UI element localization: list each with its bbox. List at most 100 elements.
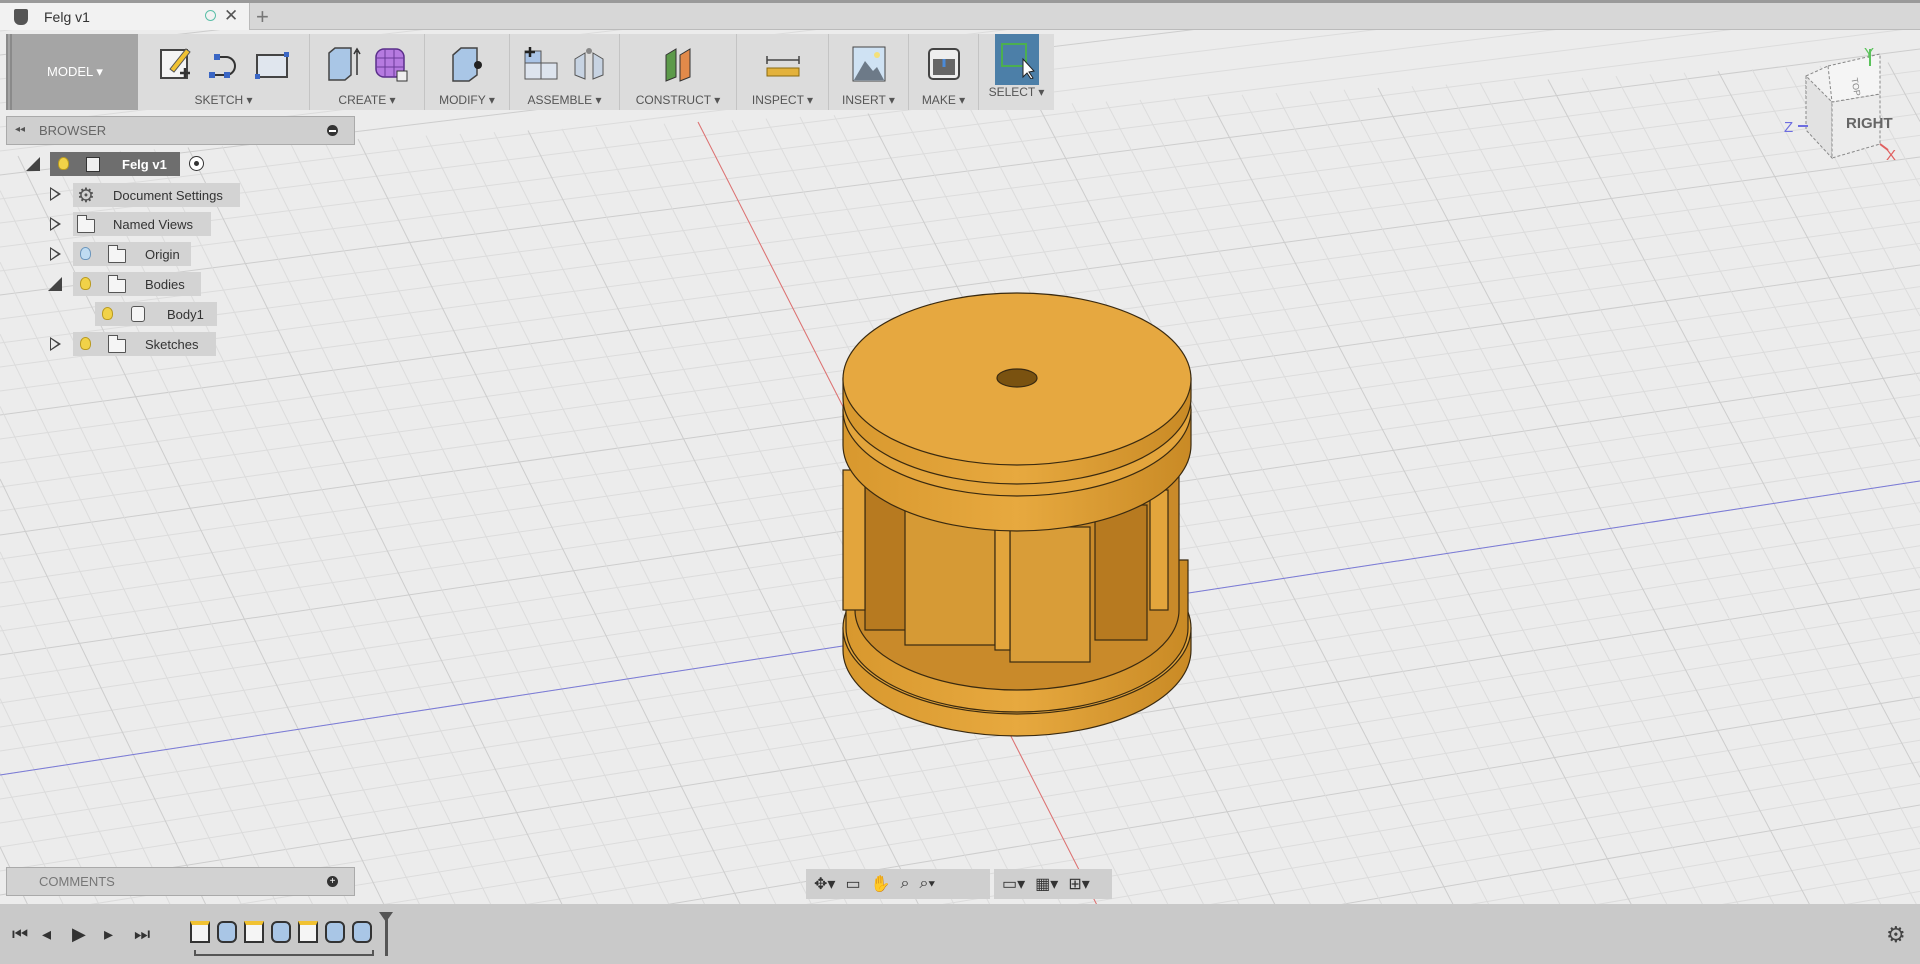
visibility-bulb-icon[interactable] [80,277,91,290]
timeline-marker[interactable] [379,912,393,956]
insert-label: INSERT ▾ [842,93,895,107]
tree-item-body1[interactable]: Body1 [95,302,217,326]
display-settings-icon[interactable]: ▭▾ [1002,874,1025,894]
tab-felg-v1[interactable]: Felg v1 ✕ [0,3,250,30]
select-icon[interactable] [999,41,1035,79]
timeline-feature-revolve-icon[interactable] [217,921,237,943]
comments-panel[interactable]: COMMENTS + [6,867,355,896]
insert-menu[interactable]: INSERT ▾ [829,34,909,110]
component-icon [86,157,100,172]
insert-image-icon[interactable] [851,45,887,83]
unsaved-indicator-icon [205,10,216,21]
tree-item-label: Named Views [113,216,193,232]
play-button[interactable]: ▶ [72,924,86,945]
tree-item-sketches[interactable]: Sketches [73,332,216,356]
form-icon[interactable] [373,45,409,83]
close-tab-button[interactable]: ✕ [224,6,238,26]
new-component-icon[interactable] [523,45,559,83]
timeline-feature-revolve-icon[interactable] [325,921,345,943]
new-tab-button[interactable]: + [256,4,269,30]
display-toolbar: ▭▾ ▦▾ ⊞▾ [994,869,1112,899]
select-label: SELECT ▾ [988,85,1045,99]
tree-item-felg-v1[interactable]: Felg v1 [50,152,180,176]
tree-item-document-settings[interactable]: ⚙ Document Settings [73,183,240,207]
modify-menu[interactable]: MODIFY ▾ [425,34,510,110]
construct-menu[interactable]: CONSTRUCT ▾ [620,34,737,110]
folder-icon [107,245,126,263]
construct-label: CONSTRUCT ▾ [635,93,721,107]
assemble-menu[interactable]: ASSEMBLE ▾ [510,34,620,110]
axis-z-label: Z [1784,119,1793,136]
next-frame-button[interactable]: ▸ [104,924,113,945]
body-icon [131,306,145,322]
viewports-icon[interactable]: ⊞▾ [1068,874,1089,894]
collapsed-triangle-icon[interactable] [50,247,61,261]
expanded-triangle-icon[interactable] [26,157,40,171]
collapse-browser-button[interactable]: ◂◂ [15,124,25,135]
tree-item-label: Bodies [145,276,185,292]
visibility-bulb-icon[interactable] [80,247,91,260]
timeline-track [194,950,374,956]
extrude-icon[interactable] [325,45,361,83]
3d-print-icon[interactable] [926,45,962,83]
first-frame-button[interactable]: ⏮ [12,924,28,945]
visibility-bulb-icon[interactable] [102,307,113,320]
press-pull-icon[interactable] [449,45,485,83]
visibility-bulb-icon[interactable] [80,337,91,350]
assemble-label: ASSEMBLE ▾ [527,93,602,107]
tree-item-named-views[interactable]: Named Views [73,212,211,236]
create-label: CREATE ▾ [338,93,396,107]
document-icon [14,8,28,25]
timeline-settings-gear-icon[interactable]: ⚙ [1886,922,1906,948]
inspect-label: INSPECT ▾ [751,93,814,107]
fit-icon[interactable]: ⌕▾ [919,875,935,893]
previous-frame-button[interactable]: ◂ [42,924,51,945]
viewcube-face-right[interactable]: RIGHT [1846,115,1893,132]
joint-icon[interactable] [571,45,607,83]
pan-icon[interactable]: ✋ [871,874,891,894]
make-menu[interactable]: MAKE ▾ [909,34,979,110]
tree-item-origin[interactable]: Origin [73,242,191,266]
tree-item-label: Body1 [167,306,204,322]
timeline-feature-sketch-icon[interactable] [298,921,318,943]
offset-plane-icon[interactable] [660,45,696,83]
inspect-menu[interactable]: INSPECT ▾ [737,34,829,110]
axis-y-label: Y [1864,45,1874,62]
collapsed-triangle-icon[interactable] [50,187,61,201]
rectangle-icon[interactable] [254,45,290,83]
create-sketch-icon[interactable] [158,45,194,83]
tab-title: Felg v1 [44,8,90,25]
last-frame-button[interactable]: ⏭ [134,924,150,945]
minimize-browser-button[interactable] [327,125,338,136]
timeline-feature-extrude-icon[interactable] [271,921,291,943]
browser-panel-header[interactable]: ◂◂ BROWSER [6,116,355,145]
axis-x-label: X [1886,147,1896,164]
line-arc-icon[interactable] [206,45,242,83]
collapsed-triangle-icon[interactable] [50,337,61,351]
create-menu[interactable]: CREATE ▾ [310,34,425,110]
timeline-feature-sketch-icon[interactable] [190,921,210,943]
viewcube[interactable]: RIGHT TOP Y Z X [1770,44,1920,164]
select-menu[interactable]: SELECT ▾ [979,34,1054,110]
grid-settings-icon[interactable]: ▦▾ [1035,874,1058,894]
zoom-icon[interactable]: ⌕ [900,875,909,893]
tree-item-label: Document Settings [113,187,223,203]
tree-item-label: Origin [145,246,180,262]
measure-icon[interactable] [765,45,801,83]
timeline-feature-pattern-icon[interactable] [352,921,372,943]
tree-item-label: Sketches [145,336,199,352]
collapsed-triangle-icon[interactable] [50,217,61,231]
workspace-switcher[interactable]: MODEL ▾ [6,34,138,110]
orbit-icon[interactable]: ✥▾ [814,874,835,894]
visibility-bulb-icon[interactable] [58,157,69,170]
timeline: ⏮ ◂ ▶ ▸ ⏭ ⚙ [0,904,1920,964]
look-at-icon[interactable]: ▭ [845,874,860,894]
tree-item-bodies[interactable]: Bodies [73,272,201,296]
timeline-feature-sketch-icon[interactable] [244,921,264,943]
make-label: MAKE ▾ [921,93,966,107]
activate-radio[interactable] [189,156,204,171]
add-comment-button[interactable]: + [327,876,338,887]
sketch-menu[interactable]: SKETCH ▾ [138,34,310,110]
expanded-triangle-icon[interactable] [48,277,62,291]
tab-bar: Felg v1 ✕ + [0,0,1920,30]
